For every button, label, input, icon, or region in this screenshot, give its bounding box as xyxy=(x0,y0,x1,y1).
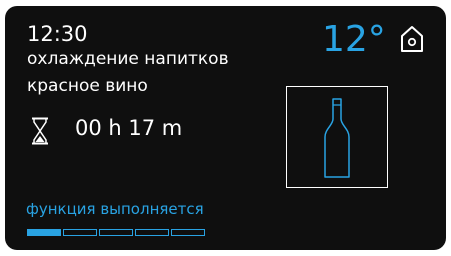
progress-segment xyxy=(63,229,97,236)
status-text: функция выполняется xyxy=(26,200,204,218)
wine-bottle-icon xyxy=(324,98,350,178)
progress-segment xyxy=(27,229,61,236)
progress-segment xyxy=(171,229,205,236)
remaining-time: 00 h 17 m xyxy=(75,116,183,140)
progress-segment xyxy=(99,229,133,236)
temperature-value: 12° xyxy=(322,19,386,60)
progress-segment xyxy=(135,229,169,236)
clock-time: 12:30 xyxy=(27,22,88,46)
drink-type-label: красное вино xyxy=(27,76,148,96)
home-icon xyxy=(401,26,423,52)
program-mode-label: охлаждение напитков xyxy=(27,49,229,69)
drink-illustration-frame xyxy=(286,86,388,188)
progress-bar xyxy=(27,229,205,236)
appliance-display: 12:30 охлаждение напитков красное вино 1… xyxy=(5,6,446,250)
hourglass-icon xyxy=(31,117,49,145)
home-button[interactable] xyxy=(399,24,425,54)
